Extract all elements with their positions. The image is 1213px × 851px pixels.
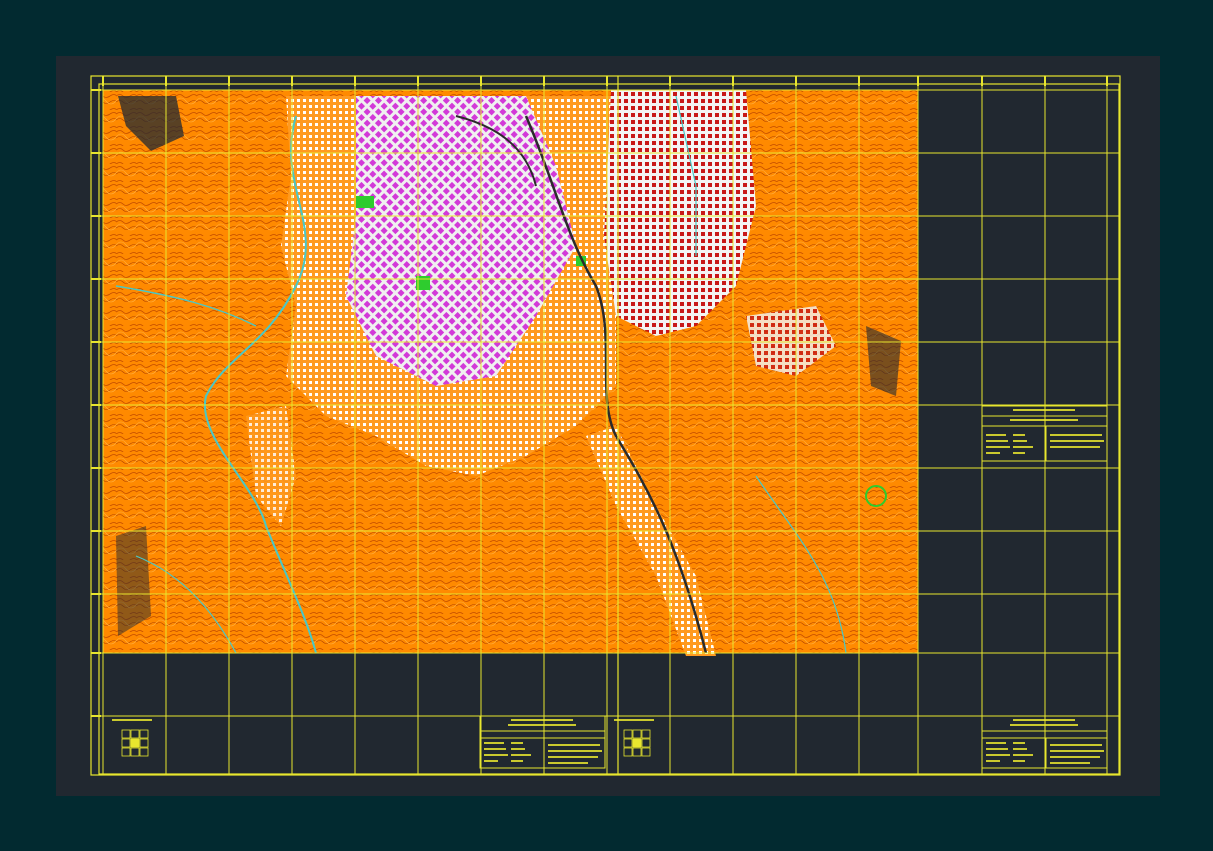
- index-cell: [139, 747, 149, 757]
- sheet-index-right: [623, 729, 651, 757]
- index-cell: [632, 738, 642, 748]
- index-cell: [641, 738, 651, 748]
- index-cell: [130, 747, 140, 757]
- map-drawing: [90, 75, 1121, 776]
- index-cell: [623, 747, 633, 757]
- cad-viewport[interactable]: [0, 0, 1213, 851]
- index-cell: [632, 729, 642, 739]
- index-cell: [623, 729, 633, 739]
- drawing-sheet: [56, 56, 1160, 796]
- index-cell: [641, 747, 651, 757]
- index-cell: [623, 738, 633, 748]
- index-cell: [130, 738, 140, 748]
- index-cell: [130, 729, 140, 739]
- index-cell: [139, 729, 149, 739]
- index-cell: [121, 729, 131, 739]
- sheet-index-left: [121, 729, 149, 757]
- index-cell: [121, 738, 131, 748]
- index-cell: [632, 747, 642, 757]
- index-cell: [121, 747, 131, 757]
- index-cell: [139, 738, 149, 748]
- index-cell: [641, 729, 651, 739]
